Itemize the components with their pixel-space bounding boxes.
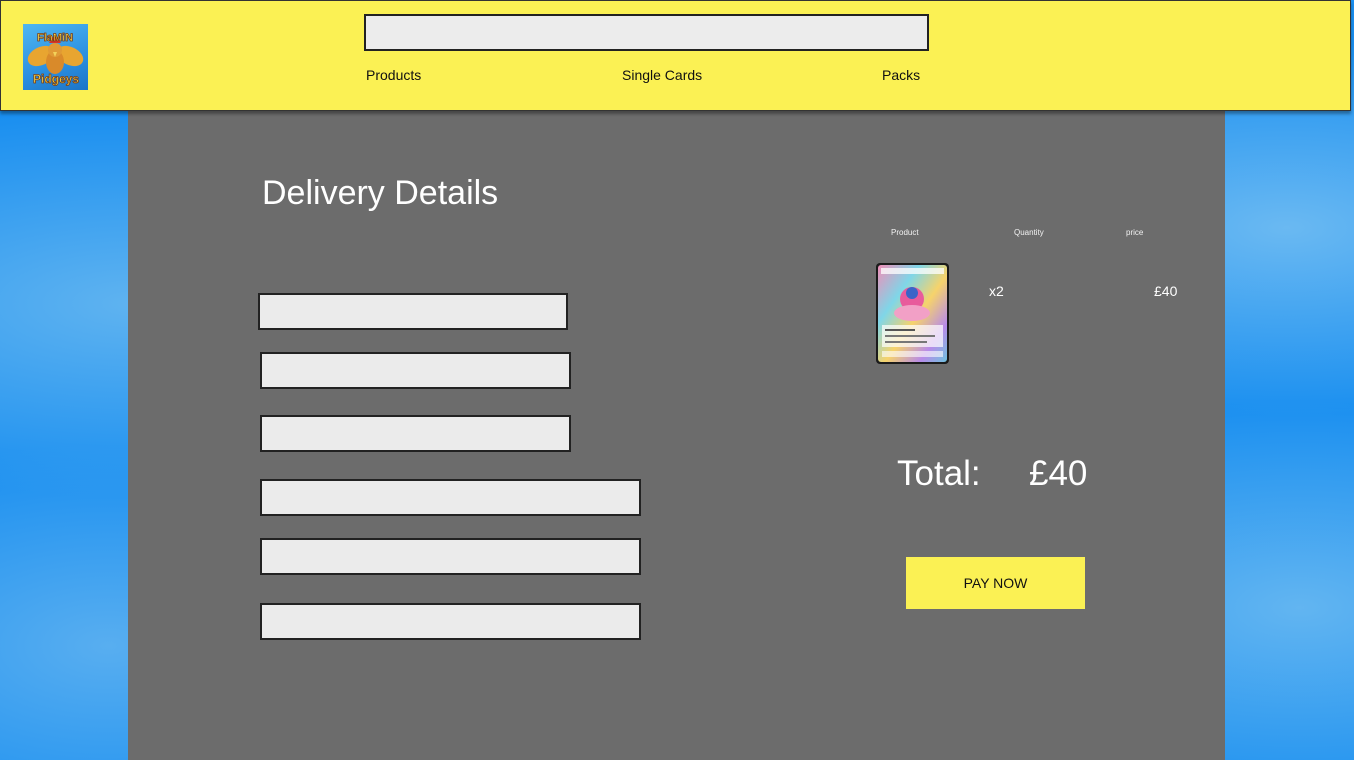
cart-column-price: price [1126, 228, 1144, 237]
site-logo[interactable]: FlaMiN Pidgeys [23, 24, 88, 90]
logo-text-bottom: Pidgeys [33, 72, 79, 86]
delivery-field-5[interactable] [260, 538, 641, 575]
pay-now-button[interactable]: PAY NOW [906, 557, 1085, 609]
cart-item-quantity: x2 [989, 283, 1004, 299]
cart-item-price: £40 [1154, 283, 1178, 299]
cart-column-product: Product [891, 228, 919, 237]
total-label: Total: [897, 454, 981, 493]
nav-products-link[interactable]: Products [366, 67, 421, 83]
delivery-field-2[interactable] [260, 352, 571, 389]
pokemon-card-image[interactable] [876, 263, 949, 364]
delivery-field-6[interactable] [260, 603, 641, 640]
total-value: £40 [1029, 454, 1088, 493]
page-title: Delivery Details [262, 174, 499, 212]
nav-single-cards-link[interactable]: Single Cards [622, 67, 702, 83]
bird-logo-icon: FlaMiN Pidgeys [27, 32, 84, 86]
site-header: FlaMiN Pidgeys Products Single Cards Pac… [0, 0, 1351, 111]
checkout-panel: Delivery Details Product Quantity price [128, 111, 1225, 760]
cart-column-quantity: Quantity [1014, 228, 1044, 237]
nav-packs-link[interactable]: Packs [882, 67, 920, 83]
delivery-field-4[interactable] [260, 479, 641, 516]
delivery-field-3[interactable] [260, 415, 571, 452]
logo-text-top: FlaMiN [37, 32, 73, 44]
search-input[interactable] [364, 14, 929, 51]
delivery-field-1[interactable] [258, 293, 568, 330]
card-art-icon [878, 265, 947, 362]
